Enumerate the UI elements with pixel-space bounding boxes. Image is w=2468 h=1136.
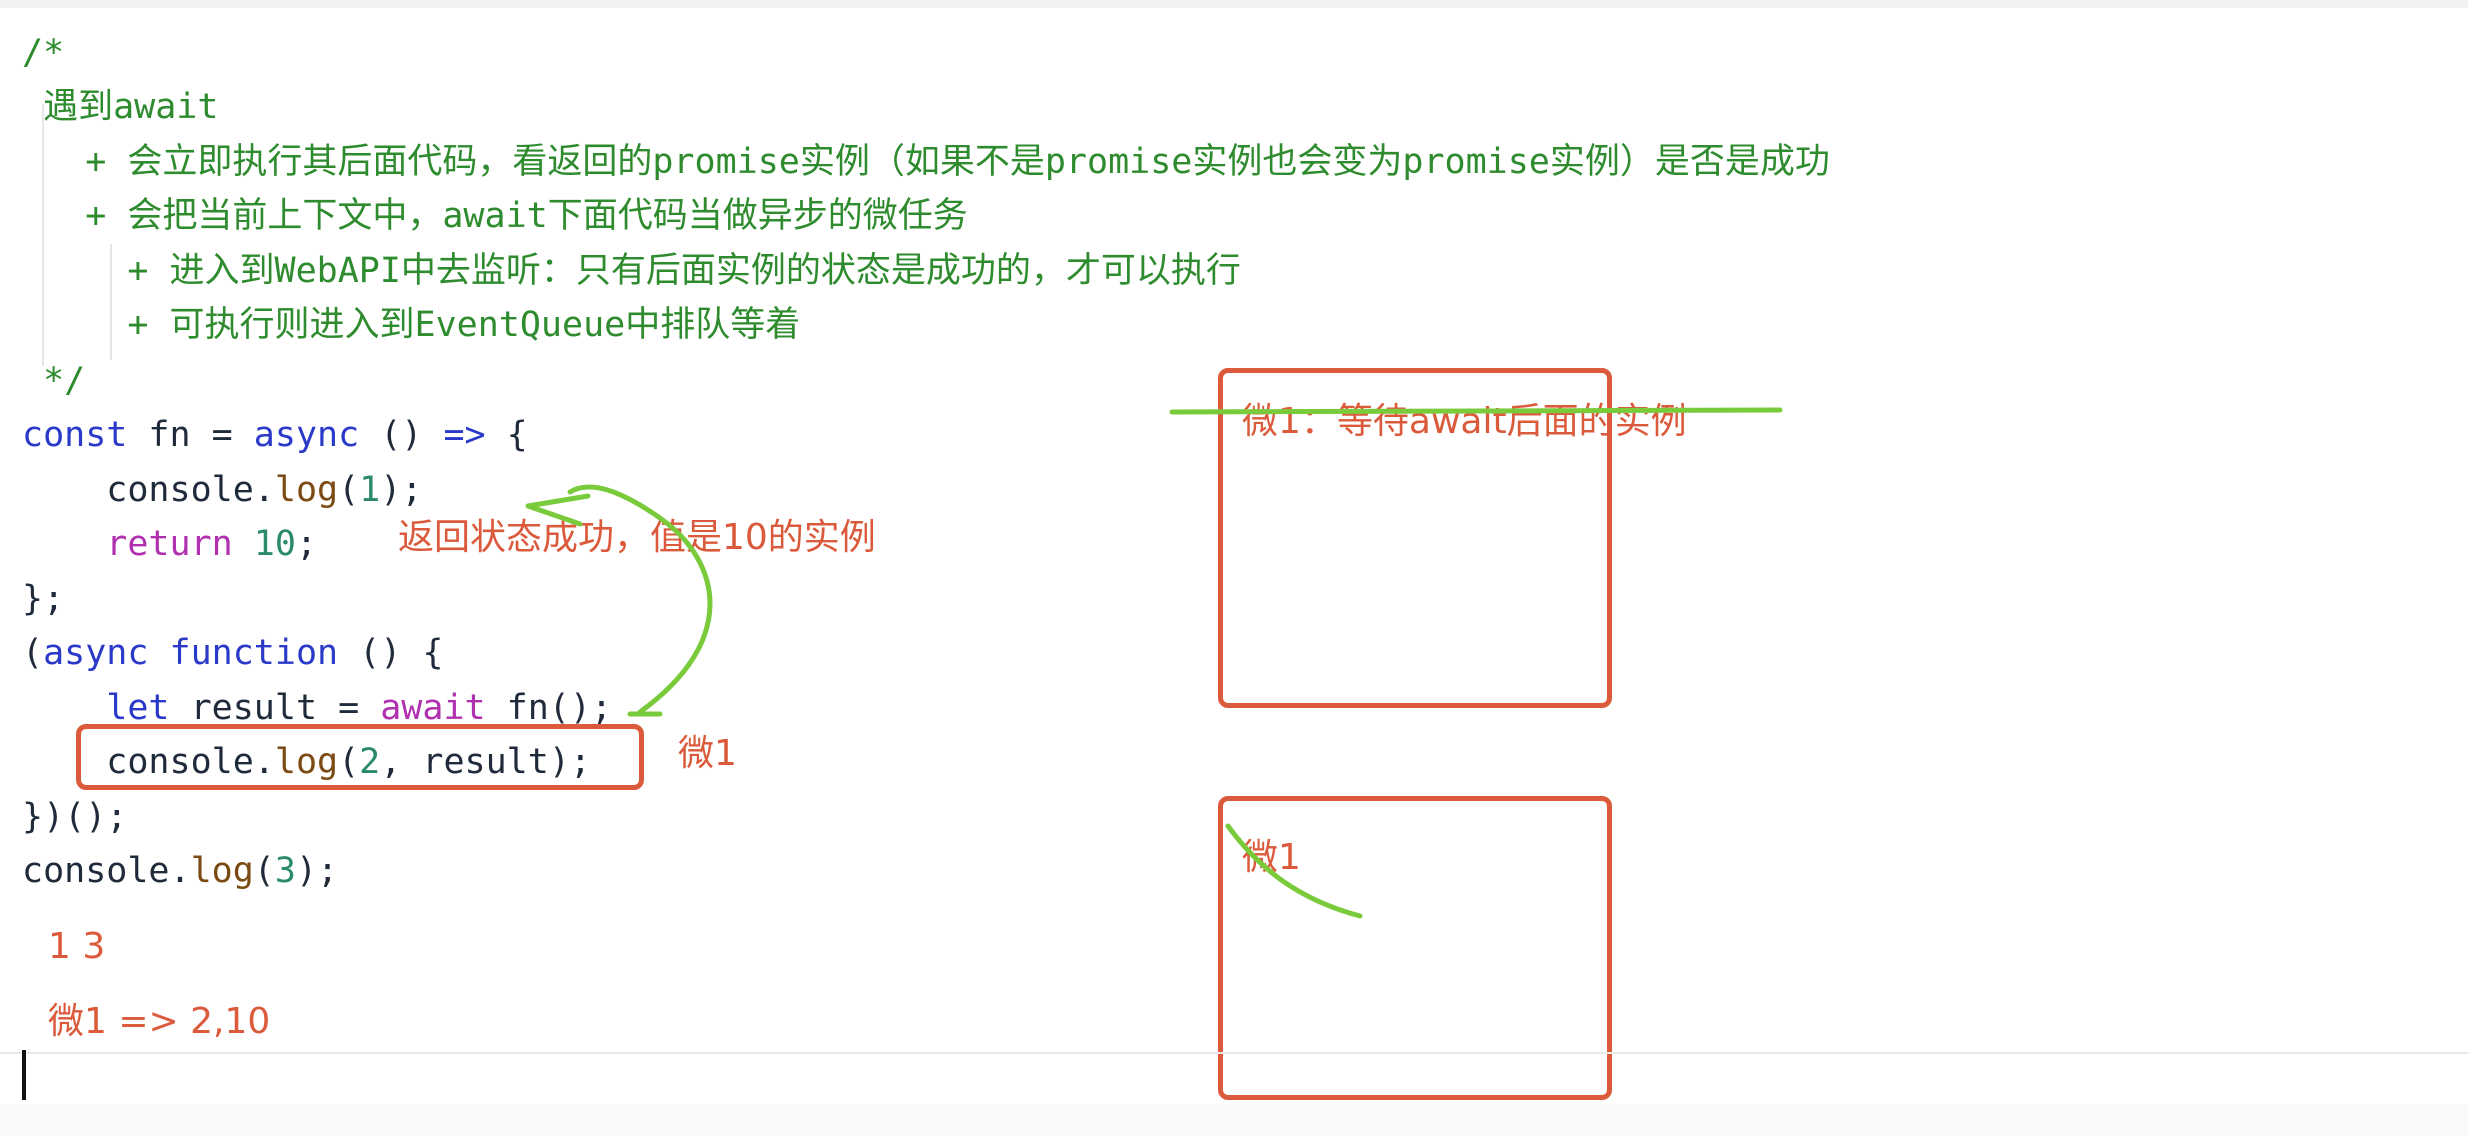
footer-strip bbox=[0, 1104, 2468, 1136]
arrowhead-stroke bbox=[525, 493, 591, 527]
strikethrough-stroke bbox=[1169, 407, 1783, 415]
text-cursor[interactable] bbox=[22, 1050, 26, 1100]
return-arrow-stroke bbox=[567, 484, 713, 715]
queue-strike-stroke bbox=[1225, 823, 1363, 919]
pen-strokes bbox=[525, 407, 1783, 919]
divider bbox=[0, 1052, 2468, 1054]
